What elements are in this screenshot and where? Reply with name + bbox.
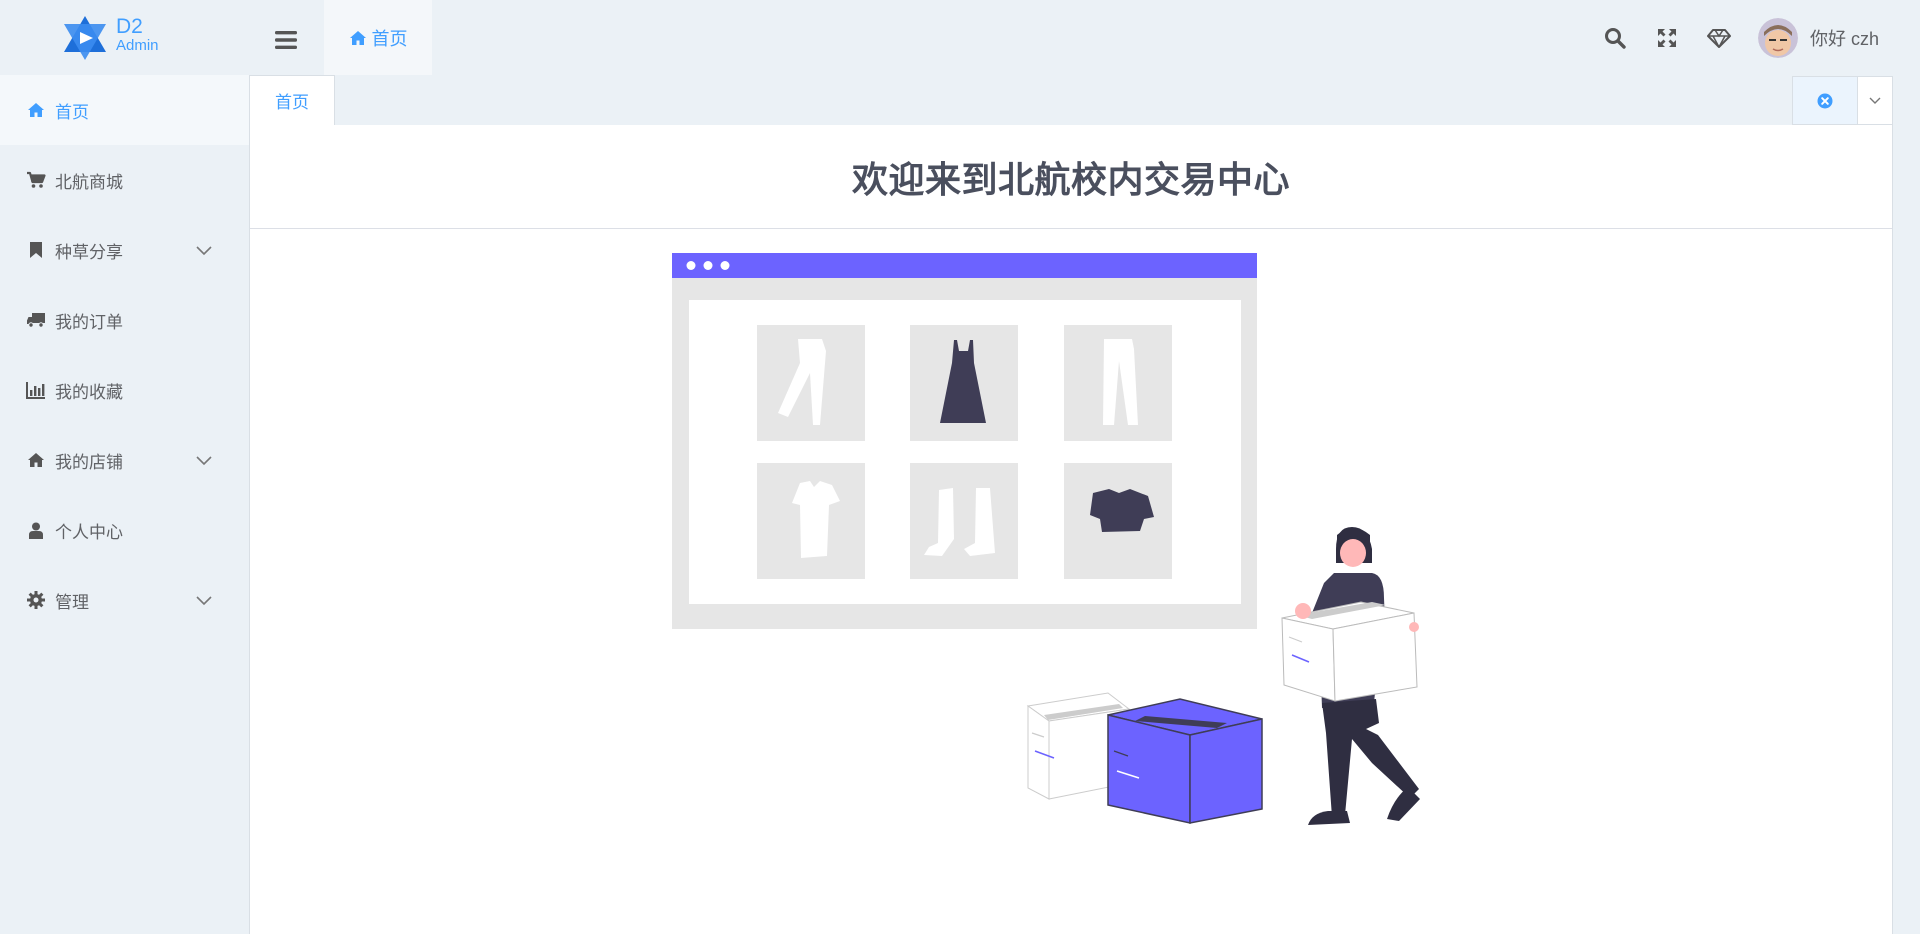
sidebar-item-label: 首页 <box>55 102 89 122</box>
close-circle-icon <box>1817 93 1833 108</box>
d2-logo-icon <box>64 16 106 60</box>
tab-home[interactable]: 首页 <box>249 75 335 125</box>
diamond-icon <box>1707 29 1731 48</box>
d2-admin-logo[interactable]: D2 Admin <box>60 14 180 62</box>
home-icon <box>349 30 366 45</box>
sidebar-item-label: 个人中心 <box>55 522 123 542</box>
logo-text: D2 Admin <box>116 16 159 53</box>
sidebar-item-admin[interactable]: 管理 <box>0 565 249 635</box>
menu-icon <box>275 31 297 49</box>
tab-label: 首页 <box>275 93 309 112</box>
header-home-tab[interactable]: 首页 <box>324 0 432 75</box>
search-button[interactable] <box>1599 22 1631 54</box>
page-title: 欢迎来到北航校内交易中心 <box>851 158 1290 200</box>
sidebar-item-label: 我的店铺 <box>55 452 123 472</box>
chevron-down-icon <box>196 241 212 261</box>
home-icon <box>26 450 46 470</box>
main-content: 欢迎来到北航校内交易中心 <box>249 125 1893 934</box>
close-tabs-button[interactable] <box>1792 76 1858 125</box>
sidebar-item-my-shop[interactable]: 我的店铺 <box>0 425 249 495</box>
user-menu[interactable]: 你好 czh <box>1758 18 1879 58</box>
truck-icon <box>26 310 46 330</box>
logo-name: D2 <box>116 15 143 38</box>
sidebar-item-label: 北航商城 <box>55 172 123 192</box>
menu-toggle-button[interactable] <box>268 22 304 58</box>
bar-chart-icon <box>26 380 46 400</box>
sidebar-item-share[interactable]: 种草分享 <box>0 215 249 285</box>
sidebar-item-home[interactable]: 首页 <box>0 75 249 145</box>
sidebar-item-label: 我的收藏 <box>55 382 123 402</box>
sidebar-item-label: 管理 <box>55 592 89 612</box>
user-greeting: 你好 czh <box>1810 29 1880 49</box>
sidebar: 首页 北航商城 种草分享 我的订单 我的收藏 我的店铺 个人中心 管理 <box>0 75 249 934</box>
search-icon <box>1605 28 1626 49</box>
sidebar-item-label: 种草分享 <box>55 242 123 262</box>
user-icon <box>26 520 46 540</box>
home-icon <box>26 100 46 120</box>
theme-button[interactable] <box>1703 22 1735 54</box>
avatar <box>1758 18 1798 58</box>
shopping-illustration <box>672 253 1420 825</box>
sidebar-item-orders[interactable]: 我的订单 <box>0 285 249 355</box>
chevron-down-icon <box>1869 97 1881 104</box>
sidebar-item-favorites[interactable]: 我的收藏 <box>0 355 249 425</box>
page-tabs: 首页 <box>249 75 1893 125</box>
gear-icon <box>26 590 46 610</box>
fullscreen-button[interactable] <box>1651 22 1683 54</box>
sidebar-item-profile[interactable]: 个人中心 <box>0 495 249 565</box>
logo-sub: Admin <box>116 37 159 54</box>
tab-options-dropdown[interactable] <box>1858 76 1893 125</box>
cart-icon <box>26 170 46 190</box>
sidebar-item-mall[interactable]: 北航商城 <box>0 145 249 215</box>
header-home-label: 首页 <box>371 28 408 49</box>
chevron-down-icon <box>196 591 212 611</box>
chevron-down-icon <box>196 451 212 471</box>
sidebar-item-label: 我的订单 <box>55 312 123 332</box>
top-header: D2 Admin 首页 你好 czh <box>0 0 1920 75</box>
content-header: 欢迎来到北航校内交易中心 <box>250 125 1892 229</box>
fullscreen-icon <box>1658 29 1676 47</box>
bookmark-icon <box>26 240 46 260</box>
